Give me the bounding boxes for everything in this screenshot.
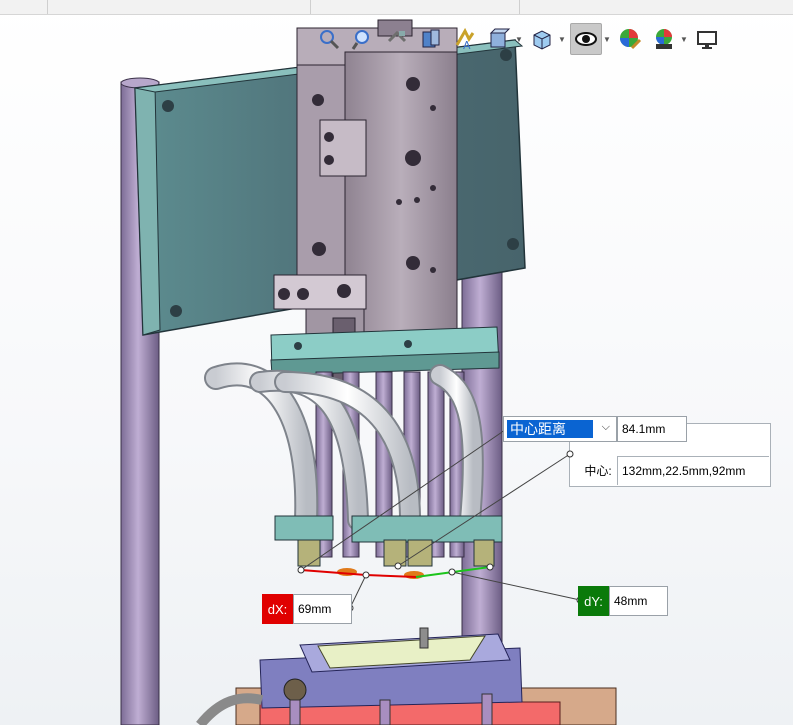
- center-distance-value: 84.1mm: [622, 422, 666, 436]
- svg-text:A: A: [463, 39, 471, 51]
- dy-value: 48mm: [614, 594, 648, 608]
- chevron-down-icon[interactable]: ▼: [515, 35, 523, 44]
- dy-value-box: 48mm: [609, 586, 668, 616]
- center-coordinates-box: 132mm,22.5mm,92mm: [617, 456, 769, 485]
- view-orientation-icon[interactable]: [484, 24, 514, 54]
- hide-show-items-icon[interactable]: [570, 23, 602, 55]
- previous-view-icon[interactable]: [382, 24, 412, 54]
- graphics-area[interactable]: [0, 0, 793, 725]
- heads-up-view-toolbar: A ▼ ▼ ▼ ▼: [314, 20, 722, 58]
- view-settings-icon[interactable]: [692, 24, 722, 54]
- zoom-area-icon[interactable]: [348, 24, 378, 54]
- dx-value: 69mm: [298, 602, 332, 616]
- base-fixture: [196, 627, 617, 725]
- center-label: 中心:: [584, 463, 612, 478]
- zoom-fit-icon[interactable]: [314, 24, 344, 54]
- center-distance-value-box: 84.1mm: [617, 416, 687, 442]
- dy-label: dY:: [578, 586, 609, 616]
- display-style-icon[interactable]: [527, 24, 557, 54]
- chevron-down-icon[interactable]: ▼: [680, 35, 688, 44]
- edit-appearance-icon[interactable]: [615, 24, 645, 54]
- measure-mode-dropdown[interactable]: 中心距离 ⌵: [503, 416, 617, 442]
- mid-plate: [270, 326, 500, 376]
- measure-mode-value: 中心距离: [507, 420, 593, 438]
- apply-scene-icon[interactable]: [649, 24, 679, 54]
- center-coordinates-value: 132mm,22.5mm,92mm: [622, 464, 746, 478]
- dx-value-box: 69mm: [293, 594, 352, 624]
- section-view-icon[interactable]: [416, 24, 446, 54]
- chevron-down-icon[interactable]: ▼: [603, 35, 611, 44]
- dynamic-annotation-icon[interactable]: A: [450, 24, 480, 54]
- chevron-down-icon[interactable]: ▼: [558, 35, 566, 44]
- dx-label: dX:: [262, 594, 293, 624]
- chevron-down-icon[interactable]: ⌵: [602, 421, 610, 434]
